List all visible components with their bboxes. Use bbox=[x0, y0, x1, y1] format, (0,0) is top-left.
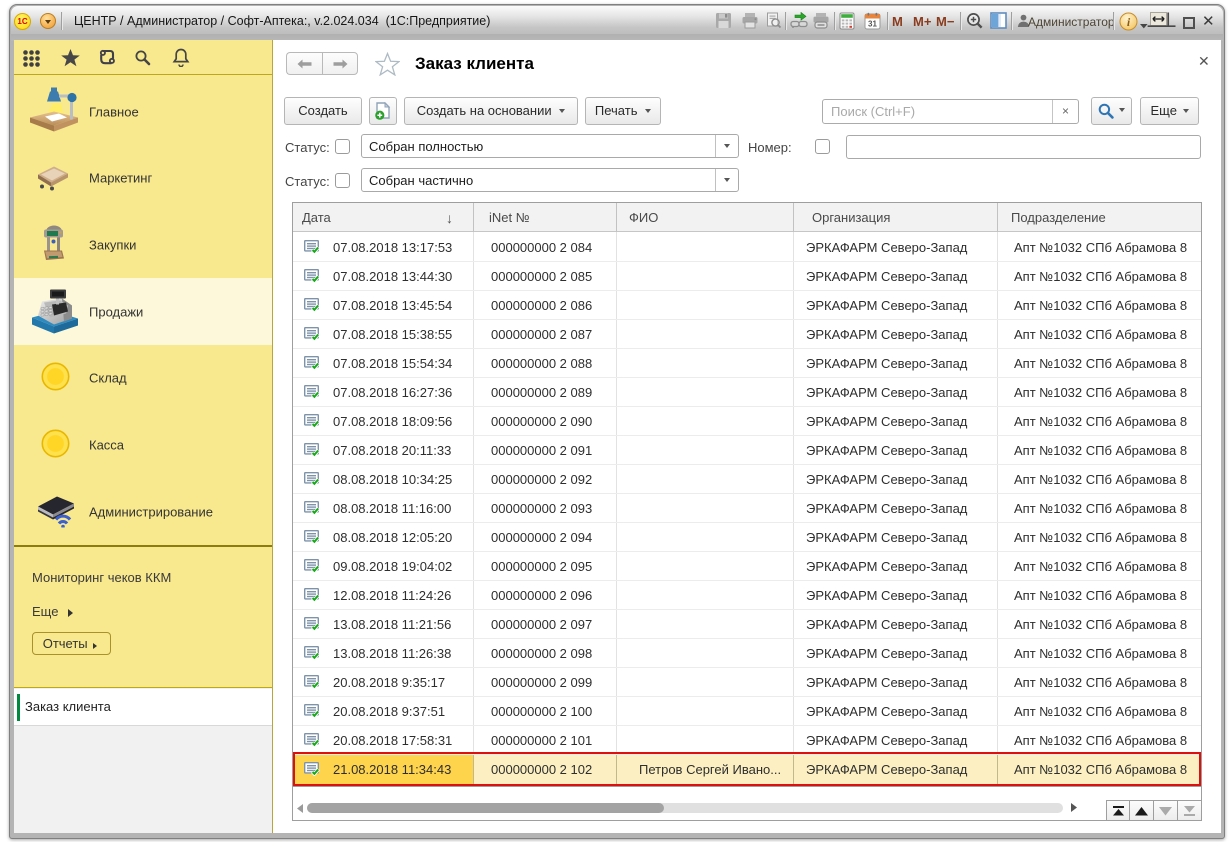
svg-text:31: 31 bbox=[868, 19, 877, 28]
